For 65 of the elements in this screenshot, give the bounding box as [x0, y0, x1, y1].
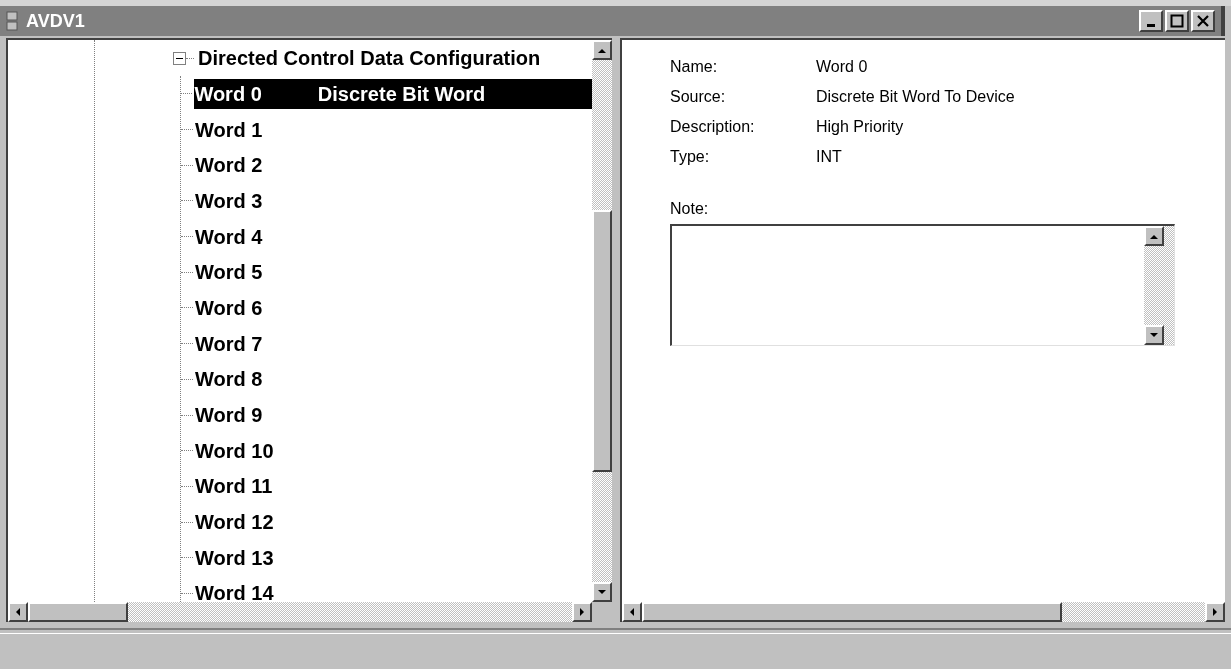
scroll-left-button[interactable] [8, 602, 28, 622]
field-value: High Priority [816, 117, 904, 137]
tree-item[interactable]: Word 8 [195, 364, 279, 395]
tree-item[interactable]: Word 1 [195, 114, 279, 145]
note-field[interactable] [670, 224, 1175, 346]
item-label: Word 5 [195, 260, 263, 286]
item-label: Word 6 [195, 295, 263, 321]
item-label: Word 10 [195, 438, 274, 464]
tree-item[interactable]: Word 9 [195, 400, 279, 431]
horizontal-scrollbar[interactable] [8, 602, 592, 622]
field-label: Source: [670, 87, 727, 107]
tree-item[interactable]: Word 5 [195, 257, 279, 288]
scrollbar-thumb[interactable] [28, 602, 128, 622]
note-label: Note: [670, 199, 709, 219]
scroll-left-button[interactable] [622, 602, 642, 622]
item-label: Word 3 [195, 188, 263, 214]
tree-item[interactable]: Word 12 [195, 507, 290, 538]
tree-item[interactable]: Word 13 [195, 542, 290, 573]
scroll-right-button[interactable] [1205, 602, 1225, 622]
vertical-scrollbar[interactable] [1144, 226, 1174, 345]
tree-item[interactable]: Word 7 [195, 328, 279, 359]
item-label: Word 11 [195, 474, 273, 500]
tree-item[interactable]: Word 14 [195, 578, 290, 602]
scroll-right-button[interactable] [572, 602, 592, 622]
close-button[interactable] [1191, 10, 1215, 32]
field-value: Word 0 [816, 57, 868, 77]
item-label: Word 0 [194, 81, 262, 107]
scroll-up-button[interactable] [592, 40, 612, 60]
field-value: INT [816, 147, 842, 167]
item-label: Word 13 [195, 545, 274, 571]
horizontal-scrollbar[interactable] [622, 602, 1225, 622]
field-value: Discrete Bit Word To Device [816, 87, 1015, 107]
item-label: Word 7 [195, 331, 263, 357]
tree-item[interactable]: Word 0 Discrete Bit Word [194, 78, 592, 109]
window-title: AVDV1 [26, 9, 85, 33]
field-label: Name: [670, 57, 719, 77]
tree-item[interactable]: Directed Control Data Configuration [198, 43, 541, 73]
tree-item[interactable]: Word 4 [195, 221, 279, 252]
scroll-down-button[interactable] [1144, 325, 1164, 345]
scrollbar-thumb[interactable] [592, 210, 612, 472]
scroll-up-button[interactable] [1144, 226, 1164, 246]
item-label: Word 4 [195, 224, 263, 250]
item-label: Word 14 [195, 581, 274, 602]
scrollbar-thumb[interactable] [642, 602, 1062, 622]
item-label: Word 1 [195, 117, 263, 143]
maximize-icon [1170, 14, 1184, 28]
vertical-scrollbar[interactable] [592, 40, 612, 602]
tree-item[interactable]: Word 11 [195, 471, 289, 502]
tree-item[interactable]: Word 3 [195, 185, 279, 216]
tree-item[interactable]: Word 6 [195, 292, 279, 323]
item-description: Discrete Bit Word [317, 81, 486, 107]
field-label: Type: [670, 147, 711, 167]
item-label: Word 9 [195, 403, 263, 429]
item-label: Word 8 [195, 367, 263, 393]
item-label: Word 2 [195, 153, 263, 179]
window-icon [6, 11, 18, 31]
close-icon [1196, 14, 1210, 28]
minimize-icon [1147, 23, 1155, 27]
tree-item[interactable]: Word 2 [195, 150, 279, 181]
field-label: Description: [670, 117, 756, 137]
scroll-down-button[interactable] [592, 582, 612, 602]
item-label: Word 12 [195, 510, 274, 536]
maximize-button[interactable] [1165, 10, 1189, 32]
minimize-button[interactable] [1139, 10, 1163, 32]
tree-item[interactable]: Word 10 [195, 435, 290, 466]
